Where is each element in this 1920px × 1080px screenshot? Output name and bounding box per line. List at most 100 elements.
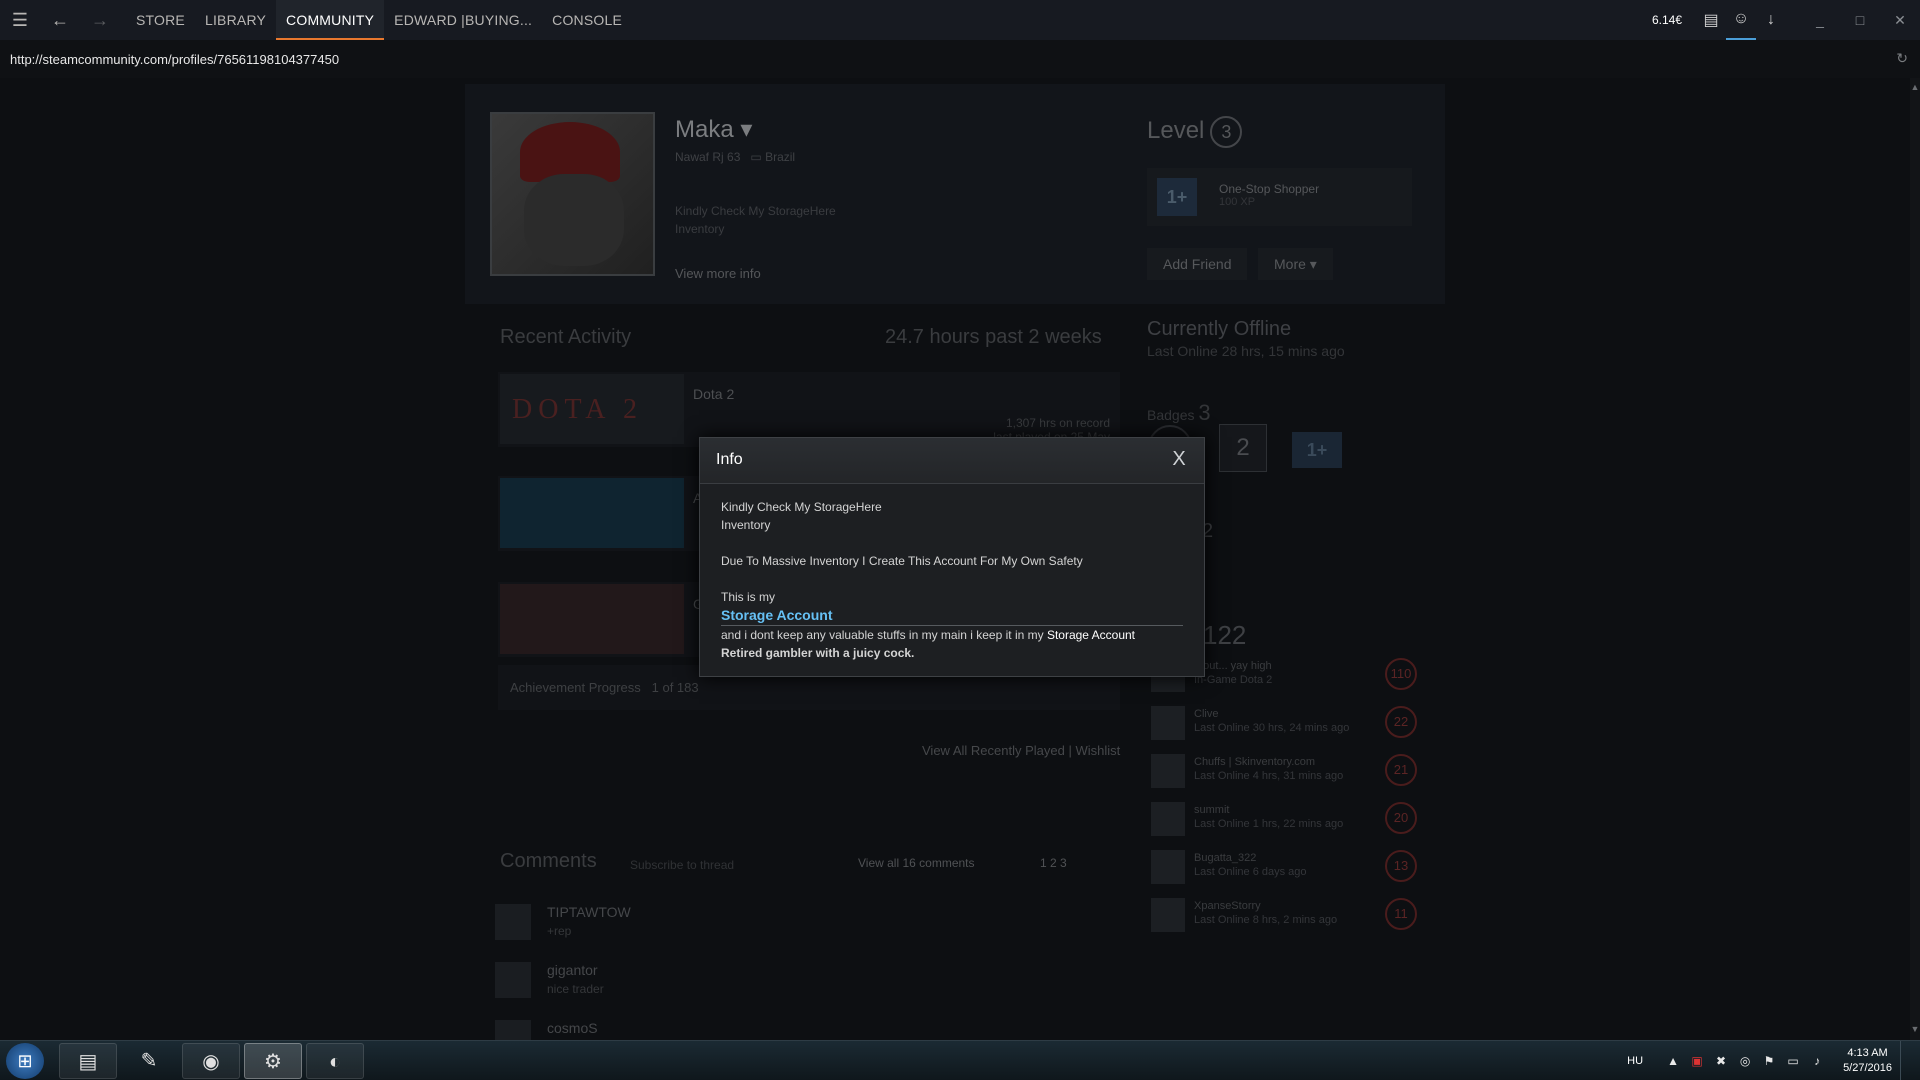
comment-item: TIPTAWTOW +rep: [495, 904, 1115, 952]
main-nav: STORE LIBRARY COMMUNITY EDWARD |BUYING..…: [126, 0, 632, 40]
view-all-comments-link[interactable]: View all 16 comments: [858, 856, 975, 870]
badges-label[interactable]: Badges 3: [1147, 400, 1211, 426]
comment-item: gigantor nice trader: [495, 962, 1115, 1010]
summary-line: Due To Massive Inventory I Create This A…: [721, 554, 1083, 568]
online-status: Currently Offline: [1147, 318, 1292, 340]
last-online: Last Online 28 hrs, 15 mins ago: [1147, 343, 1345, 359]
scrollbar[interactable]: [1910, 78, 1920, 1040]
avatar: [1151, 898, 1185, 932]
activity-links: View All Recently Played | Wishlist: [922, 743, 1121, 758]
storage-account-inline-link[interactable]: Storage Account: [1047, 628, 1135, 642]
show-hidden-icons-icon[interactable]: ▲: [1661, 1054, 1685, 1068]
subscribe-thread[interactable]: Subscribe to thread: [630, 858, 734, 872]
clock[interactable]: 4:13 AM 5/27/2016: [1843, 1046, 1892, 1076]
recent-hours: 24.7 hours past 2 weeks: [885, 326, 1102, 348]
language-indicator[interactable]: HU: [1627, 1055, 1643, 1067]
hamburger-menu-icon[interactable]: ☰: [0, 10, 40, 31]
steam-tray-icon[interactable]: ◎: [1733, 1054, 1757, 1068]
avatar[interactable]: [495, 962, 531, 998]
friends-count[interactable]: 122: [1203, 620, 1246, 651]
game-capsule[interactable]: [500, 478, 684, 548]
view-more-info-link[interactable]: View more info: [675, 266, 761, 281]
friend-level: 22: [1385, 706, 1417, 738]
summary-line: Inventory: [721, 518, 771, 532]
friend-item[interactable]: Bugatta_322 Last Online 6 days ago 13: [1147, 848, 1417, 892]
storage-account-link[interactable]: Storage Account: [721, 606, 1183, 626]
recent-activity-title: Recent Activity: [500, 326, 632, 348]
network-alert-icon[interactable]: ✖: [1709, 1054, 1733, 1068]
downloads-icon[interactable]: ↓: [1756, 11, 1786, 29]
volume-icon[interactable]: ♪: [1805, 1054, 1829, 1068]
friend-level: 20: [1385, 802, 1417, 834]
url-bar: http://steamcommunity.com/profiles/76561…: [0, 40, 1920, 78]
reload-icon[interactable]: ↻: [1896, 50, 1908, 67]
comments-pagination[interactable]: 1 2 3: [1040, 856, 1067, 870]
all-recently-played-link[interactable]: All Recently Played: [953, 743, 1065, 758]
system-tray: HU ▲ ▣ ✖ ◎ ⚑ ▭ ♪ 4:13 AM 5/27/2016: [1627, 1041, 1910, 1080]
start-button[interactable]: ⊞: [6, 1043, 44, 1079]
close-icon[interactable]: X: [1168, 448, 1190, 471]
more-button[interactable]: More ▾: [1258, 248, 1333, 280]
close-window-icon[interactable]: ✕: [1880, 12, 1920, 29]
nav-community[interactable]: COMMUNITY: [276, 0, 385, 40]
wallet-balance[interactable]: 6.14€: [1652, 13, 1682, 27]
title-bar-right: 6.14€ ▤ ☺ ↓ _ □ ✕: [1652, 0, 1920, 40]
dialog-title: Info: [716, 451, 743, 468]
avatar: [1151, 754, 1185, 788]
cat-shape: [524, 174, 624, 266]
summary-line: and i dont keep any valuable stuffs in m…: [721, 628, 1136, 642]
show-desktop-button[interactable]: [1900, 1041, 1910, 1080]
dialog-body: Kindly Check My StorageHere Inventory Du…: [700, 484, 1204, 662]
windows-taskbar: ⊞ ▤ ✎ ◉ ⚙ ◐ HU ▲ ▣ ✖ ◎ ⚑ ▭ ♪ 4:13 AM 5/27…: [0, 1040, 1920, 1080]
minimize-icon[interactable]: _: [1800, 12, 1840, 28]
antivirus-icon[interactable]: ▣: [1685, 1054, 1709, 1068]
friend-item[interactable]: Chuffs | Skinventory.com Last Online 4 h…: [1147, 752, 1417, 796]
comments-title: Comments: [500, 850, 597, 872]
game-capsule[interactable]: [500, 584, 684, 654]
scroll-up-icon[interactable]: ▲: [1910, 82, 1920, 92]
badge-3[interactable]: 1+: [1292, 432, 1342, 468]
steam-title-bar: ☰ ← → STORE LIBRARY COMMUNITY EDWARD |BU…: [0, 0, 1920, 40]
game-capsule[interactable]: DOTA 2: [500, 374, 684, 444]
back-arrow-icon[interactable]: ←: [40, 10, 80, 31]
nav-user[interactable]: EDWARD |BUYING...: [384, 0, 542, 40]
steam-icon[interactable]: ⚙: [244, 1043, 302, 1079]
action-center-flag-icon[interactable]: ⚑: [1757, 1054, 1781, 1068]
friend-item[interactable]: XpanseStorry Last Online 8 hrs, 2 mins a…: [1147, 896, 1417, 940]
profile-name[interactable]: Maka ▾: [675, 115, 752, 144]
profile-level: Level 3: [1147, 116, 1243, 148]
friend-level: 13: [1385, 850, 1417, 882]
teamspeak-icon[interactable]: ◐: [306, 1043, 364, 1079]
network-icon[interactable]: ▭: [1781, 1054, 1805, 1068]
summary-line: This is my: [721, 590, 775, 604]
featured-badge[interactable]: 1+ One-Stop Shopper 100 XP: [1147, 168, 1412, 226]
add-friend-button[interactable]: Add Friend: [1147, 248, 1248, 280]
nav-library[interactable]: LIBRARY: [195, 0, 276, 40]
summary-line: Kindly Check My StorageHere: [721, 500, 882, 514]
scroll-down-icon[interactable]: ▼: [1910, 1024, 1920, 1034]
friend-level: 21: [1385, 754, 1417, 786]
friend-level: 11: [1385, 898, 1417, 930]
profile-summary: Kindly Check My StorageHere Inventory: [675, 204, 836, 236]
notifications-icon[interactable]: ▤: [1696, 10, 1726, 30]
nav-console[interactable]: CONSOLE: [542, 0, 632, 40]
santa-hat-shape: [520, 122, 620, 182]
file-explorer-icon[interactable]: ▤: [59, 1043, 117, 1079]
url-text[interactable]: http://steamcommunity.com/profiles/76561…: [0, 52, 339, 67]
friends-icon[interactable]: ☺: [1726, 0, 1756, 40]
profile-subline: Nawaf Rj 63 ▭ Brazil: [675, 150, 796, 164]
paint-icon[interactable]: ✎: [120, 1043, 178, 1079]
forward-arrow-icon[interactable]: →: [80, 10, 120, 31]
nav-store[interactable]: STORE: [126, 0, 195, 40]
badge-2[interactable]: 2: [1219, 424, 1267, 472]
summary-line-bold: Retired gambler with a juicy cock.: [721, 646, 915, 660]
friend-item[interactable]: summit Last Online 1 hrs, 22 mins ago 20: [1147, 800, 1417, 844]
wishlist-link[interactable]: Wishlist: [1076, 743, 1121, 758]
avatar: [1151, 802, 1185, 836]
avatar[interactable]: [495, 904, 531, 940]
chrome-icon[interactable]: ◉: [182, 1043, 240, 1079]
game-card-dota[interactable]: DOTA 2 Dota 2 1,307 hrs on recordlast pl…: [498, 372, 1120, 447]
avatar: [1151, 850, 1185, 884]
maximize-icon[interactable]: □: [1840, 12, 1880, 28]
friend-item[interactable]: Clive Last Online 30 hrs, 24 mins ago 22: [1147, 704, 1417, 748]
